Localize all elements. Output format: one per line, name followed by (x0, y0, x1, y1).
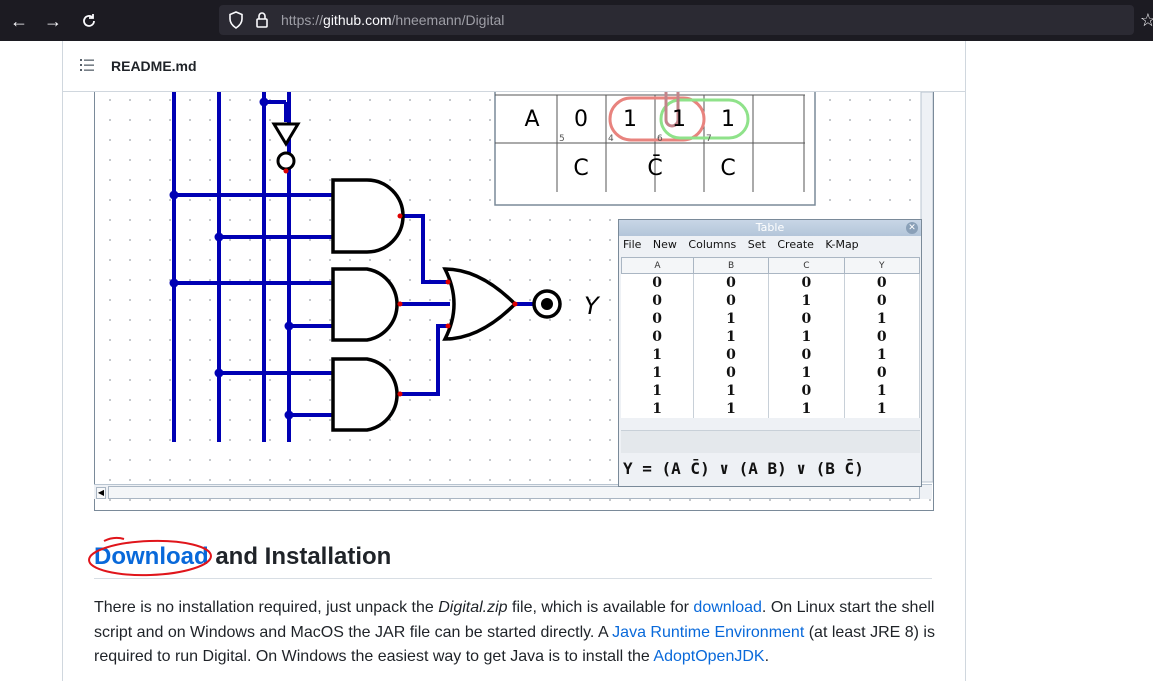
lock-icon[interactable] (255, 11, 269, 34)
kmap-window: A 0 1 1 1 5 4 6 7 C C̄ C (494, 92, 816, 206)
table-empty-area (621, 430, 920, 453)
truth-table-window: Table ✕ File New Columns Set Create K-Ma… (618, 219, 922, 487)
table-cell: 1 (768, 328, 845, 346)
menu-set: Set (747, 238, 766, 251)
table-cell: 0 (768, 273, 845, 292)
table-row: 0010 (621, 292, 921, 310)
back-arrow-icon[interactable]: ← (6, 8, 32, 34)
installation-paragraph: There is no installation required, just … (94, 596, 944, 670)
kmap-col-label: C (573, 156, 588, 181)
kmap-index: 5 (559, 134, 565, 144)
kmap-index: 6 (657, 134, 663, 144)
menu-kmap: K-Map (825, 238, 859, 251)
forward-arrow-icon[interactable]: → (40, 8, 66, 34)
table-cell: 1 (844, 382, 921, 400)
table-cell: 0 (693, 346, 770, 364)
heading-divider (94, 578, 932, 579)
kmap-col-label: C (720, 156, 735, 181)
kmap-cell: 1 (623, 107, 637, 132)
table-cell: 1 (621, 346, 694, 364)
table-row: 1111 (621, 400, 921, 418)
table-cell: 0 (693, 292, 770, 310)
kmap-cell: 0 (574, 107, 588, 132)
table-row: 0000 (621, 273, 921, 292)
readme-header: README.md (63, 41, 965, 92)
col-header-a: A (621, 257, 694, 274)
url-bar[interactable]: https://github.com/hneemann/Digital ☆ (219, 5, 1153, 35)
table-cell: 0 (621, 292, 694, 310)
browser-toolbar: ← → https://github.com/hneemann/Digital … (0, 0, 1153, 41)
table-cell: 1 (693, 310, 770, 328)
para-text: . (764, 648, 770, 665)
table-cell: 0 (768, 310, 845, 328)
col-header-y: Y (843, 257, 921, 274)
table-cell: 0 (693, 364, 770, 382)
para-filename: Digital.zip (438, 599, 508, 616)
col-header-b: B (692, 257, 770, 274)
shield-icon[interactable] (228, 11, 244, 34)
table-row: 0101 (621, 310, 921, 328)
red-annotation-circle (88, 536, 212, 577)
kmap-col-label: C̄ (647, 155, 662, 181)
scroll-track (108, 486, 920, 499)
table-row: 1101 (621, 382, 921, 400)
table-cell: 0 (768, 346, 845, 364)
table-cell: 1 (844, 310, 921, 328)
menu-create: Create (777, 238, 814, 251)
table-cell: 0 (844, 364, 921, 382)
table-cell: 0 (768, 382, 845, 400)
bookmark-star-icon[interactable]: ☆ (1136, 8, 1153, 32)
col-header-c: C (768, 257, 845, 274)
kmap-cell: 1 (721, 107, 735, 132)
download-inline-link[interactable]: download (693, 599, 762, 616)
table-cell: 1 (844, 400, 921, 418)
kmap-index: 4 (608, 134, 614, 144)
table-cell: 1 (621, 382, 694, 400)
table-cell: 0 (621, 273, 694, 292)
table-row: 1001 (621, 346, 921, 364)
readme-filename: README.md (111, 58, 197, 74)
truth-table: A B C Y 0000 0010 0101 0110 1001 1010 11… (621, 257, 921, 418)
kmap-cell: 1 (672, 107, 686, 132)
menu-new: New (652, 238, 677, 251)
table-cell: 1 (693, 400, 770, 418)
table-cell: 0 (621, 328, 694, 346)
table-menu-bar: File New Columns Set Create K-Map (619, 236, 921, 254)
table-cell: 0 (621, 310, 694, 328)
table-cell: 0 (693, 273, 770, 292)
table-cell: 1 (621, 364, 694, 382)
table-cell: 0 (844, 273, 921, 292)
table-cell: 1 (768, 400, 845, 418)
reload-icon[interactable] (76, 8, 102, 34)
output-label-y: Y (584, 292, 601, 320)
close-icon: ✕ (906, 222, 918, 234)
jre-link[interactable]: Java Runtime Environment (612, 624, 804, 641)
boolean-formula: Y = (A C̄) ∨ (A B) ∨ (B C̄) (623, 459, 864, 478)
table-cell: 1 (768, 364, 845, 382)
table-cell: 1 (621, 400, 694, 418)
table-cell: 1 (693, 382, 770, 400)
kmap-index: 7 (706, 134, 712, 144)
para-text: There is no installation required, just … (94, 599, 439, 616)
table-row: 1010 (621, 364, 921, 382)
list-outline-icon[interactable] (79, 57, 95, 73)
table-cell: 1 (768, 292, 845, 310)
table-cell: 0 (844, 292, 921, 310)
table-cell: 1 (844, 346, 921, 364)
table-window-title: Table (619, 220, 921, 236)
table-cell: 1 (693, 328, 770, 346)
menu-file: File (623, 238, 642, 251)
scroll-left-arrow-icon: ◀ (96, 487, 106, 499)
adoptopenjdk-link[interactable]: AdoptOpenJDK (653, 648, 764, 665)
table-row: 0110 (621, 328, 921, 346)
url-text[interactable]: https://github.com/hneemann/Digital (281, 12, 504, 28)
kmap-row-label: A (524, 107, 539, 132)
table-cell: 0 (844, 328, 921, 346)
menu-columns: Columns (688, 238, 737, 251)
heading-text: and Installation (208, 543, 392, 570)
para-text: file, which is available for (507, 599, 694, 616)
